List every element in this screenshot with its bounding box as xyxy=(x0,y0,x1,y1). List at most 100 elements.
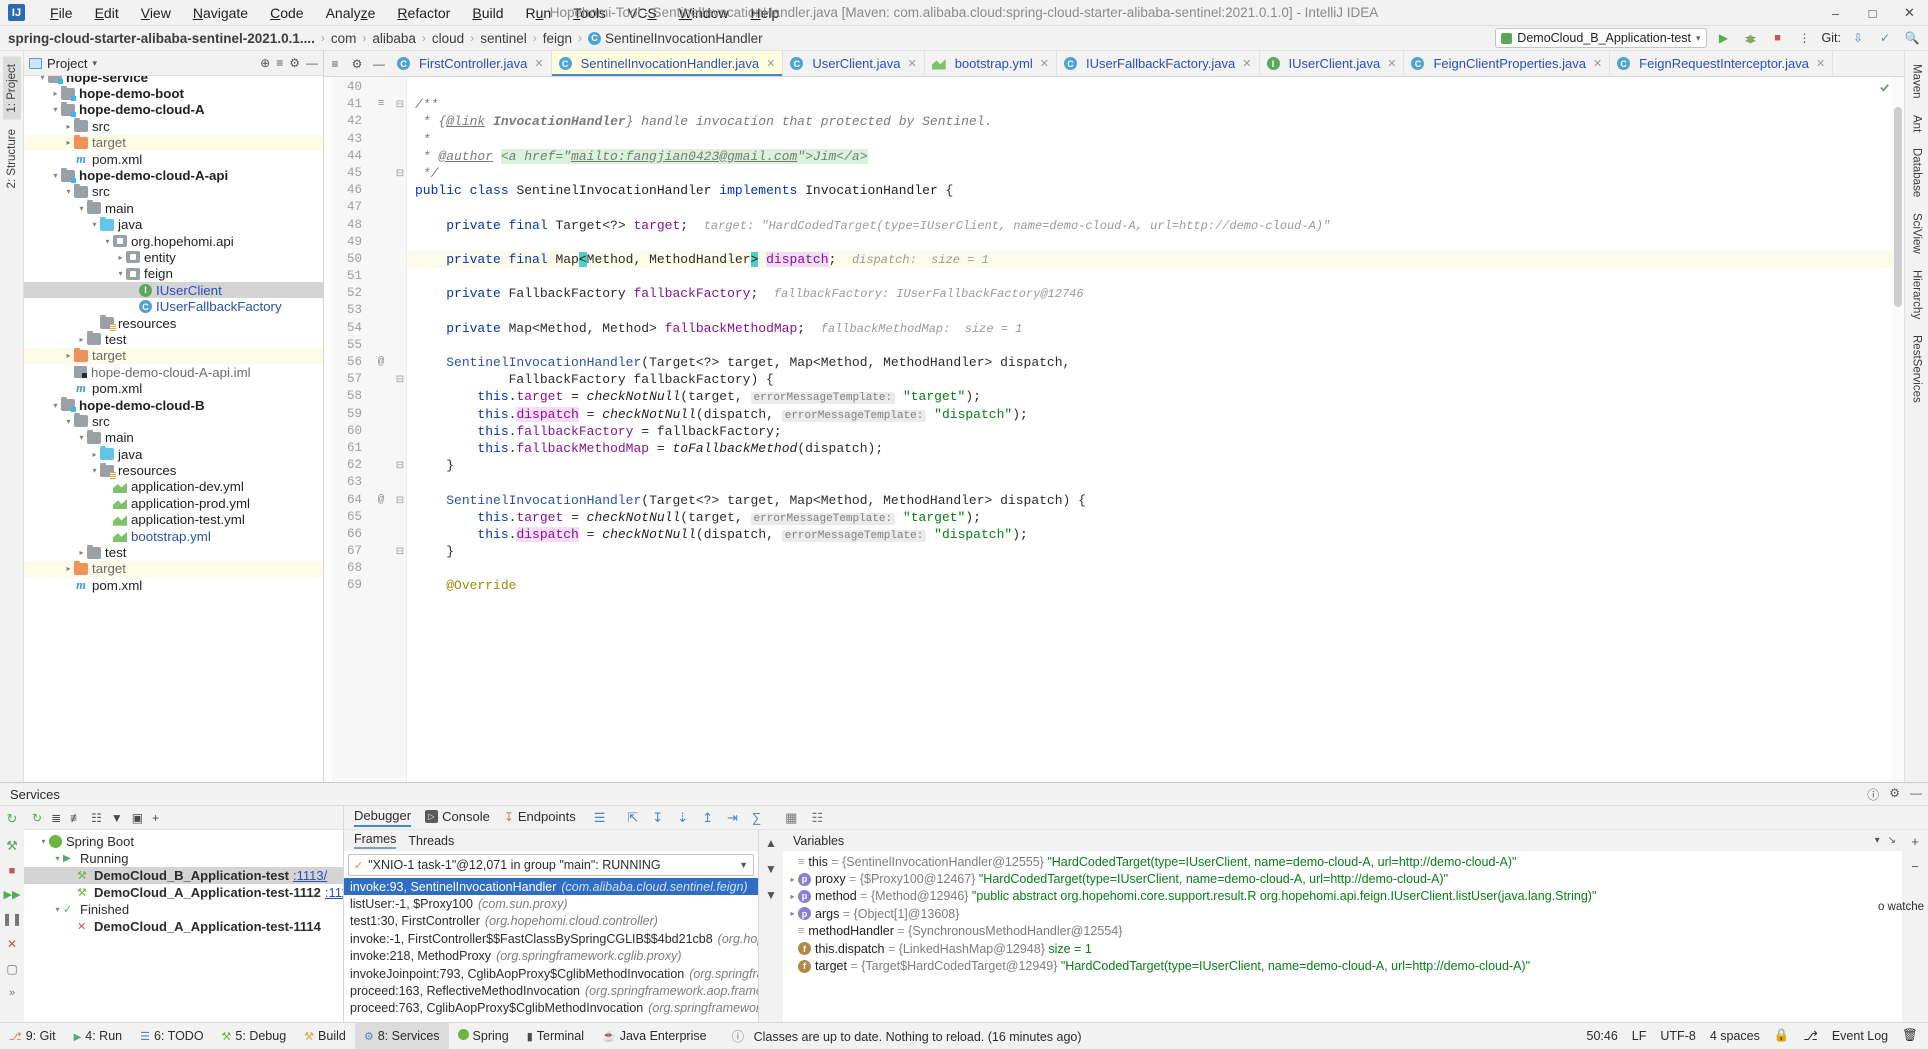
breadcrumb-item-5[interactable]: feign xyxy=(543,31,572,46)
gutter-annotation[interactable] xyxy=(368,440,394,457)
tree-node-bootstrap-yml[interactable]: bootstrap.yml xyxy=(24,528,323,544)
sidebar-item-sciview[interactable]: SciView xyxy=(1908,206,1926,261)
fold-marker[interactable] xyxy=(394,234,406,251)
fold-marker[interactable]: ⊟ xyxy=(394,492,406,509)
breadcrumb-item-4[interactable]: sentinel xyxy=(480,31,527,46)
tree-node-test[interactable]: ▸test xyxy=(24,331,323,347)
code-line[interactable] xyxy=(415,79,1904,96)
service-port-link[interactable]: :1113/ xyxy=(293,868,327,883)
status-tab-build[interactable]: ⚒Build xyxy=(295,1023,355,1049)
gutter-annotation[interactable] xyxy=(368,320,394,337)
code-line[interactable]: } xyxy=(415,543,1904,560)
expand-arrow-icon[interactable]: ▾ xyxy=(52,854,63,863)
maximize-button[interactable]: □ xyxy=(1854,0,1891,26)
run-to-cursor-icon[interactable]: ⇥ xyxy=(727,810,738,826)
trash-icon[interactable]: 🗑 xyxy=(1902,1028,1918,1043)
editor-tab-userclient-java[interactable]: CUserClient.java✕ xyxy=(783,51,924,76)
tab-list-icon[interactable]: ≡ xyxy=(324,51,346,76)
tree-node-hope-demo-cloud-a-api-iml[interactable]: hope-demo-cloud-A-api.iml xyxy=(24,364,323,380)
gear-icon[interactable]: ⚙ xyxy=(1889,786,1900,803)
expand-arrow-icon[interactable]: ▾ xyxy=(52,905,63,914)
close-icon[interactable]: ✕ xyxy=(1816,57,1825,70)
fold-marker[interactable] xyxy=(394,509,406,526)
code-line[interactable]: this.fallbackFactory = fallbackFactory; xyxy=(415,423,1904,440)
code-line[interactable] xyxy=(415,199,1904,216)
breadcrumb-item-3[interactable]: cloud xyxy=(432,31,464,46)
expand-arrow-icon[interactable]: ▾ xyxy=(50,105,61,114)
fold-marker[interactable] xyxy=(394,113,406,130)
sidebar-item-structure[interactable]: 2: Structure xyxy=(3,122,21,195)
resume-icon[interactable]: ▶▶ xyxy=(4,888,21,901)
tree-node-src[interactable]: ▾src xyxy=(24,184,323,200)
variables-list[interactable]: ≡this = {SentinelInvocationHandler@12555… xyxy=(783,851,1902,1022)
fold-marker[interactable]: ⊟ xyxy=(394,165,406,182)
gutter-annotation[interactable] xyxy=(368,165,394,182)
hide-editor-icon[interactable]: — xyxy=(368,51,390,76)
expand-arrow-icon[interactable]: ▸ xyxy=(76,335,87,344)
service-node-democloud-a-application-test-1114[interactable]: ✕DemoCloud_A_Application-test-1114 xyxy=(24,918,343,935)
close-icon[interactable]: ✕ xyxy=(1040,57,1049,70)
service-node-democloud-b-application-test[interactable]: ⚒DemoCloud_B_Application-test:1113/ xyxy=(24,867,343,884)
code-line[interactable]: /** xyxy=(415,96,1904,113)
minimize-button[interactable]: – xyxy=(1817,0,1854,26)
search-icon[interactable]: 🔍 xyxy=(1902,28,1922,48)
breadcrumb-item-2[interactable]: alibaba xyxy=(372,31,416,46)
fold-marker[interactable] xyxy=(394,337,406,354)
tree-node-target[interactable]: ▸target xyxy=(24,135,323,151)
frame-row[interactable]: invokeJoinpoint:793, CglibAopProxy$Cglib… xyxy=(344,965,758,982)
table-view-icon[interactable]: ▦ xyxy=(785,810,797,826)
tree-node-org-hopehomi-api[interactable]: ▾org.hopehomi.api xyxy=(24,233,323,249)
code-line[interactable]: SentinelInvocationHandler(Target<?> targ… xyxy=(415,354,1904,371)
event-log-button[interactable]: Event Log xyxy=(1832,1029,1888,1043)
menu-item-code[interactable]: Code xyxy=(259,3,314,23)
breadcrumb-item-0[interactable]: spring-cloud-starter-alibaba-sentinel-20… xyxy=(8,31,315,46)
tree-node-hope-service[interactable]: ▾hope-service xyxy=(24,76,323,85)
branch-icon[interactable]: ⎇ xyxy=(1803,1028,1817,1043)
fold-marker[interactable] xyxy=(394,268,406,285)
menu-item-edit[interactable]: Edit xyxy=(84,3,130,23)
fold-marker[interactable]: ⊟ xyxy=(394,457,406,474)
menu-item-analyze[interactable]: Analyze xyxy=(315,3,387,23)
gutter-annotation[interactable] xyxy=(368,388,394,405)
expand-arrow-icon[interactable]: ▸ xyxy=(115,253,126,262)
frames-tab-bar[interactable]: Frames Threads xyxy=(344,830,758,851)
chevron-down-icon[interactable]: ▾ xyxy=(1875,835,1880,846)
expand-arrow-icon[interactable]: ▾ xyxy=(63,187,74,196)
rerun-icon[interactable]: ↻ xyxy=(32,811,42,825)
code-line[interactable] xyxy=(415,268,1904,285)
menu-bar[interactable]: FFileile Edit View Navigate Code Analyze… xyxy=(39,3,790,23)
gutter-annotation[interactable]: @ xyxy=(368,492,394,509)
frame-row[interactable]: invoke:93, SentinelInvocationHandler(com… xyxy=(344,878,758,895)
variable-row[interactable]: ▸pargs = {Object[1]@13608} xyxy=(783,905,1902,922)
editor-tab-iuserfallbackfactory-java[interactable]: CIUserFallbackFactory.java✕ xyxy=(1057,51,1260,76)
tab-threads[interactable]: Threads xyxy=(408,834,454,848)
tree-node-test[interactable]: ▸test xyxy=(24,544,323,560)
chevron-down-icon[interactable]: ▼ xyxy=(739,860,748,870)
expand-arrow-icon[interactable]: ▸ xyxy=(787,875,798,884)
fold-marker[interactable] xyxy=(394,526,406,543)
code-line[interactable]: this.fallbackMethodMap = toFallbackMetho… xyxy=(415,440,1904,457)
gutter-annotation[interactable] xyxy=(368,457,394,474)
code-line[interactable]: @Override xyxy=(415,577,1904,594)
fold-marker[interactable] xyxy=(394,388,406,405)
gear-icon[interactable]: ⚙ xyxy=(289,56,300,70)
settings-icon[interactable]: ☷ xyxy=(811,810,823,826)
code-line[interactable]: private Map<Method, Method> fallbackMeth… xyxy=(415,320,1904,337)
run-configuration-selector[interactable]: DemoCloud_B_Application-test ▾ xyxy=(1495,28,1706,48)
fold-marker[interactable] xyxy=(394,474,406,491)
fold-marker[interactable]: ⊟ xyxy=(394,543,406,560)
line-separator[interactable]: LF xyxy=(1632,1029,1647,1043)
menu-item-run[interactable]: Run xyxy=(515,3,563,23)
status-bar-tool-tabs[interactable]: ⎇9: Git▶4: Run☰6: TODO⚒5: Debug⚒Build⚙8:… xyxy=(0,1023,716,1049)
step-over-icon[interactable]: ⇱ xyxy=(627,810,638,826)
service-node-running[interactable]: ▾▶Running xyxy=(24,850,343,867)
menu-item-tools[interactable]: Tools xyxy=(562,3,617,23)
tree-node-java[interactable]: ▾java xyxy=(24,217,323,233)
tree-node-feign[interactable]: ▾feign xyxy=(24,266,323,282)
code-line[interactable]: this.dispatch = checkNotNull(dispatch, e… xyxy=(415,526,1904,543)
sidebar-item-restservices[interactable]: RestServices xyxy=(1908,328,1926,410)
debug-icon[interactable]: ⚒ xyxy=(6,838,18,854)
gutter-annotation[interactable] xyxy=(368,526,394,543)
code-line[interactable]: FallbackFactory fallbackFactory) { xyxy=(415,371,1904,388)
expand-arrow-icon[interactable]: ▾ xyxy=(89,466,100,475)
